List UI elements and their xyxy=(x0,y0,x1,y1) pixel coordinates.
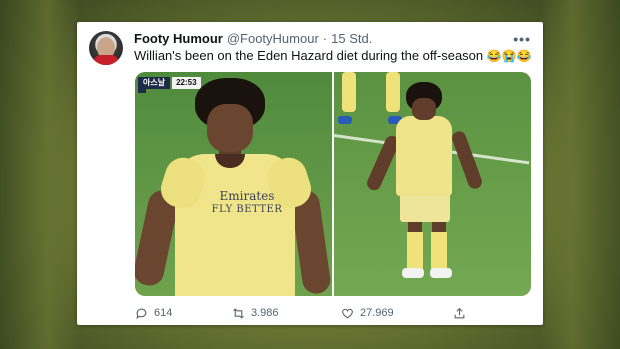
tweet-card: Footy Humour @FootyHumour · 15 Std. ••• … xyxy=(77,22,543,325)
tweet-header: Footy Humour @FootyHumour · 15 Std. xyxy=(134,31,372,49)
player-shirt xyxy=(396,116,452,196)
avatar-shirt xyxy=(93,55,119,65)
reply-count: 614 xyxy=(154,307,173,319)
player-sock-left xyxy=(407,232,423,270)
shirt-sponsor: Emirates FLY BETTER xyxy=(197,190,297,216)
reply-icon xyxy=(136,308,147,319)
more-options-icon[interactable]: ••• xyxy=(513,31,531,47)
user-handle[interactable]: @FootyHumour xyxy=(227,31,319,46)
background-blur-right xyxy=(540,0,620,349)
tweet-actions: 614 3.986 27.969 xyxy=(135,304,535,322)
background-player-leg-right xyxy=(386,72,400,112)
background-blur-left xyxy=(0,0,80,349)
player-face xyxy=(207,104,253,152)
display-name[interactable]: Footy Humour xyxy=(134,31,223,46)
scorebug-team: 아스날 xyxy=(138,77,171,89)
reply-button[interactable]: 614 xyxy=(135,304,172,322)
media-photo-right[interactable] xyxy=(334,72,531,296)
retweet-button[interactable]: 3.986 xyxy=(232,304,279,322)
tweet-text-body: Willian's been on the Eden Hazard diet d… xyxy=(134,48,484,63)
media-photo-left[interactable]: 아스날 22:53 Emirates FLY BETTER xyxy=(135,72,332,296)
player-face xyxy=(412,98,436,120)
share-icon xyxy=(454,307,465,318)
heart-icon xyxy=(342,308,353,318)
player-boot-left xyxy=(402,268,424,278)
avatar[interactable] xyxy=(89,31,123,65)
player-arm-right xyxy=(450,129,484,191)
tweet-timestamp[interactable]: 15 Std. xyxy=(331,31,372,46)
sponsor-line-2: FLY BETTER xyxy=(211,204,283,215)
scorebug: 아스날 22:53 xyxy=(138,77,201,89)
like-count: 27.969 xyxy=(360,307,394,319)
background-player-boot-left xyxy=(338,116,352,124)
player-sock-right xyxy=(431,232,447,270)
sponsor-line-1: Emirates xyxy=(219,189,275,203)
retweet-count: 3.986 xyxy=(251,307,279,319)
separator-dot: · xyxy=(322,31,328,46)
retweet-icon xyxy=(233,307,244,319)
tweet-emojis: 😂😭😂 xyxy=(486,49,532,63)
tweet-media[interactable]: 아스날 22:53 Emirates FLY BETTER xyxy=(135,72,531,296)
background-player-leg-left xyxy=(342,72,356,112)
scorebug-sub xyxy=(138,89,146,93)
scorebug-clock: 22:53 xyxy=(172,77,201,89)
like-button[interactable]: 27.969 xyxy=(341,304,394,322)
player-boot-right xyxy=(430,268,452,278)
tweet-text: Willian's been on the Eden Hazard diet d… xyxy=(134,48,532,63)
share-button[interactable] xyxy=(453,304,466,322)
